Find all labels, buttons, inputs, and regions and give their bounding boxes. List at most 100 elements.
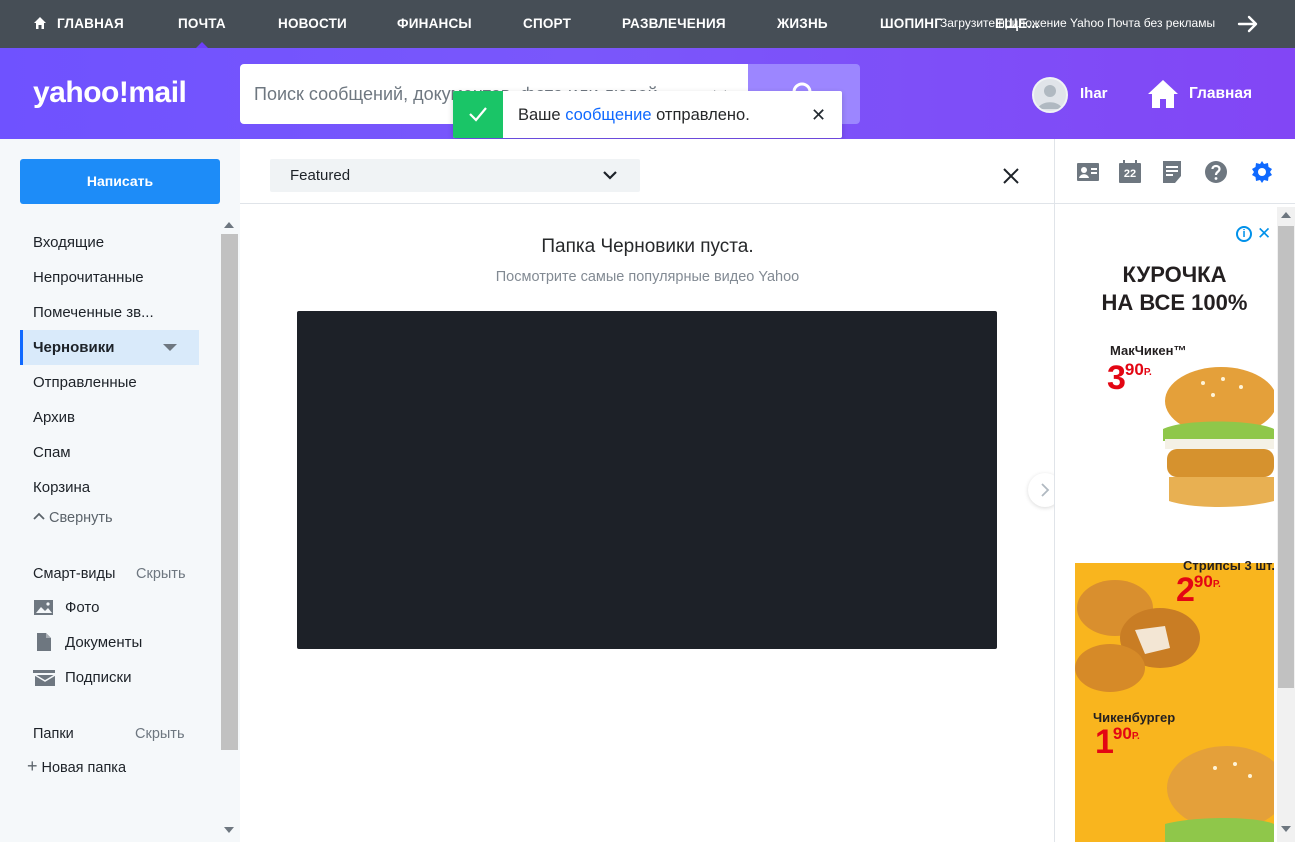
- arrow-right-icon[interactable]: [1236, 12, 1260, 36]
- folders-heading: Папки: [33, 726, 74, 742]
- collapse-folders-link[interactable]: Свернуть: [33, 510, 113, 526]
- ad-close-icon[interactable]: ✕: [1257, 224, 1271, 244]
- scroll-up-icon[interactable]: [1281, 212, 1291, 218]
- empty-folder-title: Папка Черновики пуста.: [541, 236, 754, 257]
- compose-button[interactable]: Написать: [20, 159, 220, 204]
- folder-label: Отправленные: [33, 374, 137, 391]
- folder-label: Корзина: [33, 479, 91, 496]
- toast-text-before: Ваше: [518, 106, 566, 124]
- nav-item-sport[interactable]: СПОРТ: [523, 0, 571, 48]
- avatar[interactable]: [1032, 77, 1068, 113]
- folder-label: Спам: [33, 444, 71, 461]
- folders-hide-link[interactable]: Скрыть: [135, 726, 185, 742]
- nav-item-shopping[interactable]: ШОПИНГ: [880, 0, 942, 48]
- scroll-down-icon[interactable]: [224, 827, 234, 833]
- close-icon[interactable]: [1000, 165, 1022, 187]
- smart-view-documents[interactable]: Документы: [33, 628, 142, 658]
- nav-label: СПОРТ: [523, 16, 572, 31]
- notepad-icon[interactable]: [1160, 160, 1184, 184]
- ad-info-icon[interactable]: i: [1236, 226, 1252, 242]
- folder-unread[interactable]: Непрочитанные: [20, 260, 199, 295]
- home-link[interactable]: Главная: [1189, 85, 1252, 103]
- nav-label: ФИНАНСЫ: [397, 16, 472, 31]
- toast-close-button[interactable]: ✕: [811, 105, 826, 126]
- smart-views-heading: Смарт-виды: [33, 566, 116, 582]
- plus-icon: +: [27, 756, 38, 776]
- empty-folder-subtitle: Посмотрите самые популярные видео Yahoo: [495, 269, 800, 285]
- settings-icon[interactable]: [1250, 160, 1274, 184]
- folder-label: Входящие: [33, 234, 105, 251]
- yahoo-mail-logo[interactable]: yahoo!mail: [33, 76, 187, 110]
- smart-view-photos[interactable]: Фото: [33, 593, 99, 623]
- new-folder-link[interactable]: + Новая папка: [27, 756, 126, 777]
- smart-view-subscriptions[interactable]: Подписки: [33, 663, 132, 693]
- chickenburger-image: [1165, 746, 1274, 842]
- ad-price-currency: Р.: [1212, 579, 1221, 590]
- chicken-strips-image: [1075, 580, 1200, 692]
- folder-inbox[interactable]: Входящие: [20, 225, 199, 260]
- nav-label: ГЛАВНАЯ: [57, 16, 124, 31]
- nav-label: ШОПИНГ: [880, 16, 943, 31]
- checkmark-icon: [469, 107, 487, 122]
- video-player[interactable]: [297, 311, 997, 649]
- ad-headline: КУРОЧКА НА ВСЕ 100%: [1075, 261, 1274, 317]
- scroll-down-icon[interactable]: [1281, 826, 1291, 832]
- smart-view-label: Документы: [65, 634, 143, 651]
- folder-drafts[interactable]: Черновики: [20, 330, 199, 365]
- nav-label: ПОЧТА: [178, 16, 226, 31]
- chevron-up-icon: [33, 512, 45, 520]
- chevron-right-icon: [1041, 483, 1050, 497]
- smart-view-label: Подписки: [65, 669, 132, 686]
- video-category-dropdown[interactable]: Featured: [270, 159, 640, 192]
- nav-item-finance[interactable]: ФИНАНСЫ: [397, 0, 472, 48]
- folder-archive[interactable]: Архив: [20, 400, 199, 435]
- collapse-label: Свернуть: [49, 510, 113, 526]
- scroll-up-icon[interactable]: [224, 222, 234, 228]
- right-rail-scroll-thumb[interactable]: [1278, 226, 1294, 688]
- home-icon[interactable]: [1146, 78, 1180, 110]
- new-folder-label: Новая папка: [41, 760, 127, 776]
- ad-price-currency: Р.: [1143, 367, 1152, 378]
- ad-product-price: 390Р.: [1107, 359, 1152, 398]
- user-name[interactable]: Ihar: [1080, 85, 1108, 102]
- ad-price-kopecks: 90: [1112, 724, 1132, 743]
- nav-item-news[interactable]: НОВОСТИ: [278, 0, 347, 48]
- caret-down-icon[interactable]: [163, 344, 177, 351]
- folder-label: Черновики: [33, 339, 115, 356]
- sent-notification-toast: Ваше сообщение отправлено. ✕: [453, 91, 842, 138]
- advertisement-banner[interactable]: КУРОЧКА НА ВСЕ 100% МакЧикен™ 390Р. Стрип…: [1075, 223, 1274, 842]
- folder-sent[interactable]: Отправленные: [20, 365, 199, 400]
- folder-label: Архив: [33, 409, 76, 426]
- user-icon: [1038, 85, 1062, 109]
- smart-view-label: Фото: [65, 599, 100, 616]
- nav-item-mail[interactable]: ПОЧТА: [178, 0, 226, 48]
- toast-message-link[interactable]: сообщение: [565, 106, 651, 124]
- ad-title-line-1: КУРОЧКА: [1122, 262, 1227, 287]
- ad-price-kopecks: 90: [1124, 360, 1144, 379]
- ad-product-price: 190Р.: [1095, 723, 1140, 762]
- ad-title-line-2: НА ВСЕ 100%: [1101, 290, 1248, 315]
- nav-label: НОВОСТИ: [278, 16, 347, 31]
- contacts-icon[interactable]: [1076, 160, 1100, 184]
- folder-spam[interactable]: Спам: [20, 435, 199, 470]
- top-nav: ГЛАВНАЯ ПОЧТА НОВОСТИ ФИНАНСЫ СПОРТ РАЗВ…: [0, 0, 1295, 48]
- nav-item-home[interactable]: ГЛАВНАЯ: [33, 0, 124, 48]
- subscriptions-icon: [33, 669, 55, 686]
- smart-views-hide-link[interactable]: Скрыть: [136, 566, 186, 582]
- ad-price-main: 1: [1095, 723, 1114, 761]
- calendar-day: 22: [1123, 168, 1137, 180]
- folder-trash[interactable]: Корзина: [20, 470, 199, 505]
- help-icon[interactable]: [1204, 160, 1228, 184]
- dropdown-value: Featured: [290, 167, 351, 184]
- sidebar-scroll-thumb[interactable]: [221, 234, 238, 750]
- photo-icon: [34, 599, 53, 615]
- chevron-down-icon[interactable]: [602, 167, 618, 183]
- app-promo-text[interactable]: Загрузите приложение Yahoo Почта без рек…: [940, 0, 1215, 48]
- nav-label: РАЗВЛЕЧЕНИЯ: [622, 16, 726, 31]
- burger-image: [1163, 367, 1274, 507]
- folder-starred[interactable]: Помеченные зв...: [20, 295, 199, 330]
- nav-item-life[interactable]: ЖИЗНЬ: [777, 0, 828, 48]
- document-icon: [37, 632, 51, 651]
- nav-item-entertainment[interactable]: РАЗВЛЕЧЕНИЯ: [622, 0, 726, 48]
- calendar-icon[interactable]: 22: [1118, 160, 1142, 184]
